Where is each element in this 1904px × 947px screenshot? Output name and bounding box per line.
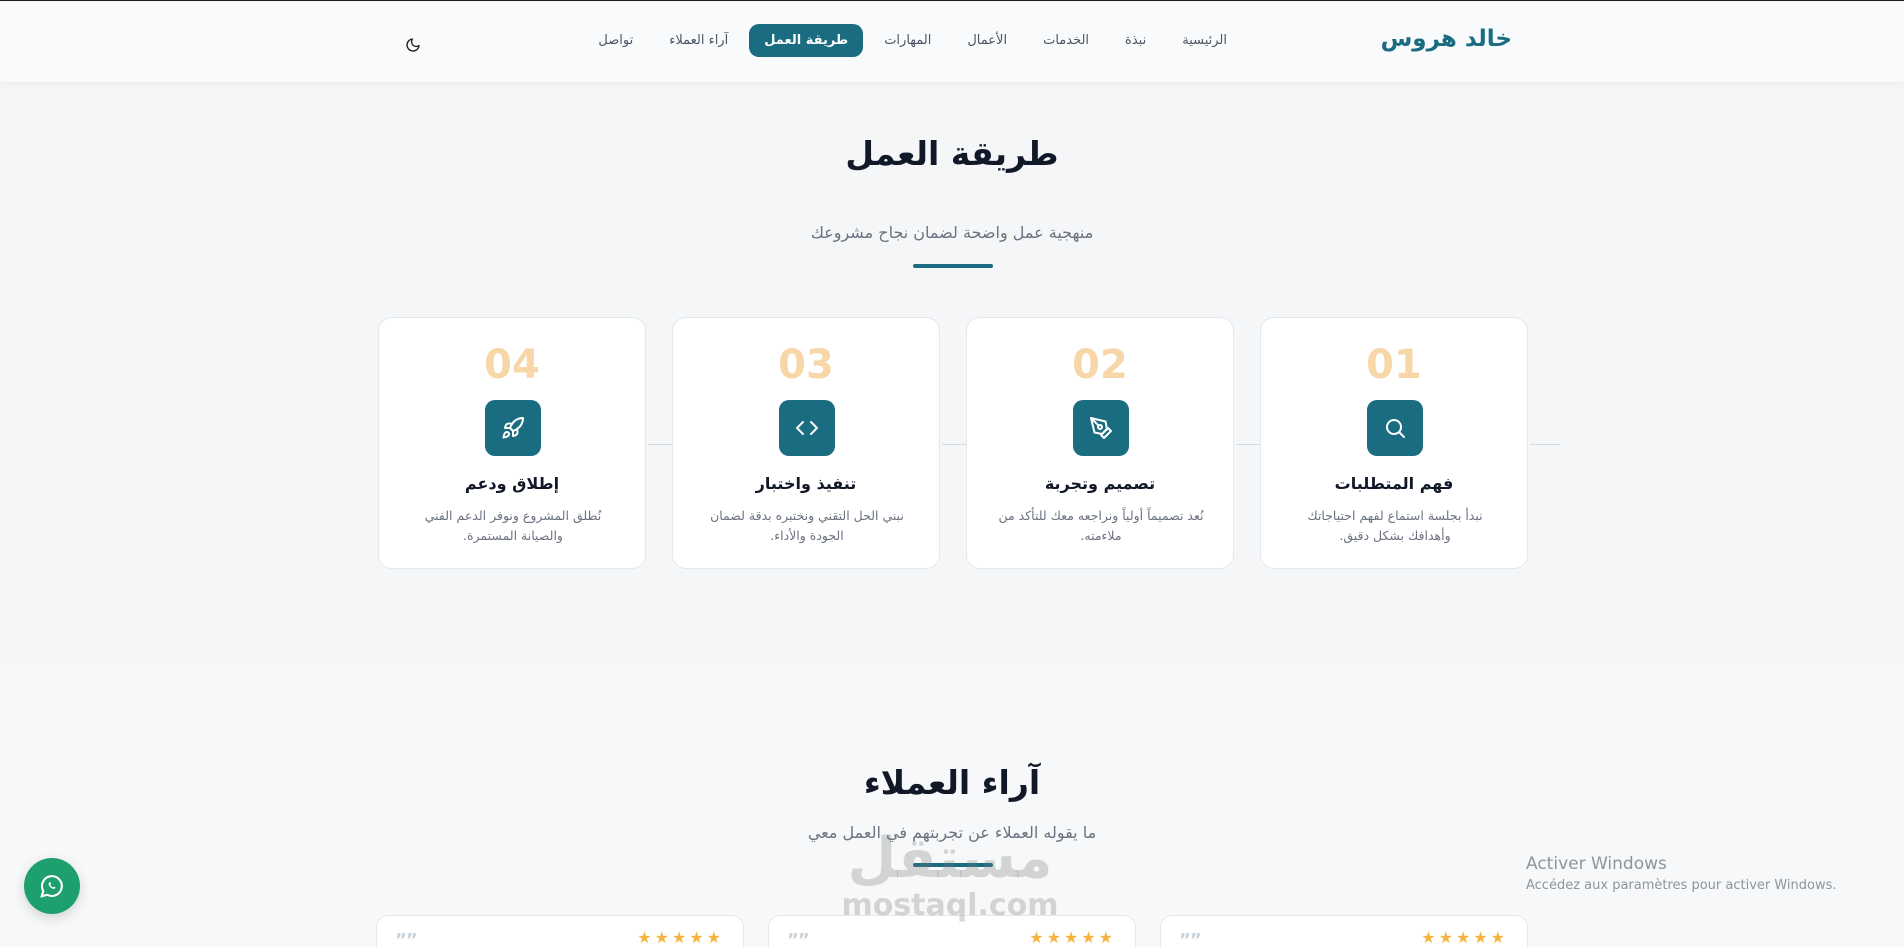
testimonial-card: ”” ★ ★ ★ ★ ★	[1160, 915, 1528, 947]
step-title: تنفيذ واختبار	[755, 474, 857, 493]
step-card-build: 03 تنفيذ واختبار نبني الحل التقني ونختبر…	[672, 317, 940, 569]
nav-item-contact[interactable]: تواصل	[583, 24, 648, 57]
star-icon: ★	[689, 928, 704, 947]
process-title-underline	[913, 264, 993, 268]
process-title: طريقة العمل	[845, 134, 1059, 173]
star-icon: ★	[654, 928, 669, 947]
star-icon: ★	[637, 928, 652, 947]
step-title: إطلاق ودعم	[464, 474, 560, 493]
brand-logo[interactable]: خالد هروس	[1381, 26, 1512, 52]
pen-tool-icon	[1090, 417, 1112, 439]
star-icon: ★	[1029, 928, 1044, 947]
step-icon-box	[779, 400, 835, 456]
step-number: 03	[778, 342, 834, 388]
timeline-connector	[942, 444, 966, 445]
quote-icon: ””	[787, 930, 810, 947]
star-icon: ★	[1438, 928, 1453, 947]
quote-icon: ””	[1179, 930, 1202, 947]
process-section: طريقة العمل منهجية عمل واضحة لضمان نجاح …	[0, 82, 1904, 665]
nav-item-process[interactable]: طريقة العمل	[749, 24, 864, 57]
star-icon: ★	[1063, 928, 1079, 947]
nav-item-home[interactable]: الرئيسية	[1167, 24, 1242, 57]
step-description: نُعد تصميماً أولياً ونراجعه معك للتأكد م…	[998, 508, 1204, 543]
moon-icon	[406, 38, 420, 52]
activation-title: Activer Windows	[1526, 854, 1667, 874]
watermark-english: mostaql.com	[841, 888, 1059, 923]
star-icon: ★	[671, 928, 687, 947]
step-number: 01	[1366, 342, 1422, 388]
star-icon: ★	[1046, 928, 1061, 947]
step-number: 04	[484, 342, 540, 388]
nav-item-testimonials[interactable]: آراء العملاء	[654, 24, 743, 57]
rating-stars: ★ ★ ★ ★ ★	[1029, 928, 1113, 947]
nav-item-about[interactable]: نبذة	[1110, 24, 1161, 57]
rating-stars: ★ ★ ★ ★ ★	[637, 928, 721, 947]
testimonial-card: ”” ★ ★ ★ ★ ★	[376, 915, 744, 947]
star-icon: ★	[1455, 928, 1471, 947]
step-description: نُطلق المشروع ونوفر الدعم الفني والصيانة…	[424, 508, 602, 543]
star-icon: ★	[1098, 928, 1113, 947]
timeline-connector	[648, 444, 672, 445]
star-icon: ★	[1421, 928, 1436, 947]
testimonials-title: آراء العملاء	[863, 763, 1041, 802]
timeline-connector	[1530, 444, 1560, 445]
nav-item-services[interactable]: الخدمات	[1028, 24, 1104, 57]
activation-subtitle: Accédez aux paramètres pour activer Wind…	[1526, 878, 1837, 893]
step-card-requirements: 01 فهم المتطلبات نبدأ بجلسة استماع لفهم …	[1260, 317, 1528, 569]
step-title: فهم المتطلبات	[1334, 474, 1454, 493]
process-subtitle: منهجية عمل واضحة لضمان نجاح مشروعك	[810, 223, 1094, 242]
theme-toggle-button[interactable]	[400, 32, 426, 58]
step-number: 02	[1072, 342, 1128, 388]
step-icon-box	[1367, 400, 1423, 456]
rating-stars: ★ ★ ★ ★ ★	[1421, 928, 1505, 947]
nav-item-skills[interactable]: المهارات	[869, 24, 946, 57]
star-icon: ★	[1081, 928, 1096, 947]
star-icon: ★	[1473, 928, 1488, 947]
windows-activation-notice: Activer Windows Accédez aux paramètres p…	[1526, 854, 1837, 893]
nav-item-portfolio[interactable]: الأعمال	[952, 24, 1022, 57]
whatsapp-chat-button[interactable]	[24, 858, 80, 914]
site-header: خالد هروس الرئيسية نبذة الخدمات الأعمال …	[0, 2, 1904, 82]
step-title: تصميم وتجربة	[1044, 474, 1156, 493]
step-card-launch: 04 إطلاق ودعم نُطلق المشروع ونوفر الدعم …	[378, 317, 646, 569]
step-icon-box	[1073, 400, 1129, 456]
star-icon: ★	[1490, 928, 1505, 947]
step-description: نبدأ بجلسة استماع لفهم احتياجاتك وأهدافك…	[1307, 508, 1483, 543]
mostaql-watermark: مستقل mostaql.com	[830, 829, 1070, 923]
code-icon	[796, 421, 818, 435]
whatsapp-icon	[40, 875, 63, 898]
watermark-arabic: مستقل	[847, 826, 1053, 891]
step-card-design: 02 تصميم وتجربة نُعد تصميماً أولياً ونرا…	[966, 317, 1234, 569]
timeline-connector	[1236, 444, 1260, 445]
step-icon-box	[485, 400, 541, 456]
step-description: نبني الحل التقني ونختبره بدقة لضمان الجو…	[710, 508, 904, 543]
quote-icon: ””	[395, 930, 418, 947]
star-icon: ★	[706, 928, 721, 947]
rocket-icon	[502, 416, 524, 439]
search-icon	[1386, 419, 1405, 438]
main-nav: الرئيسية نبذة الخدمات الأعمال المهارات ط…	[583, 24, 1242, 57]
